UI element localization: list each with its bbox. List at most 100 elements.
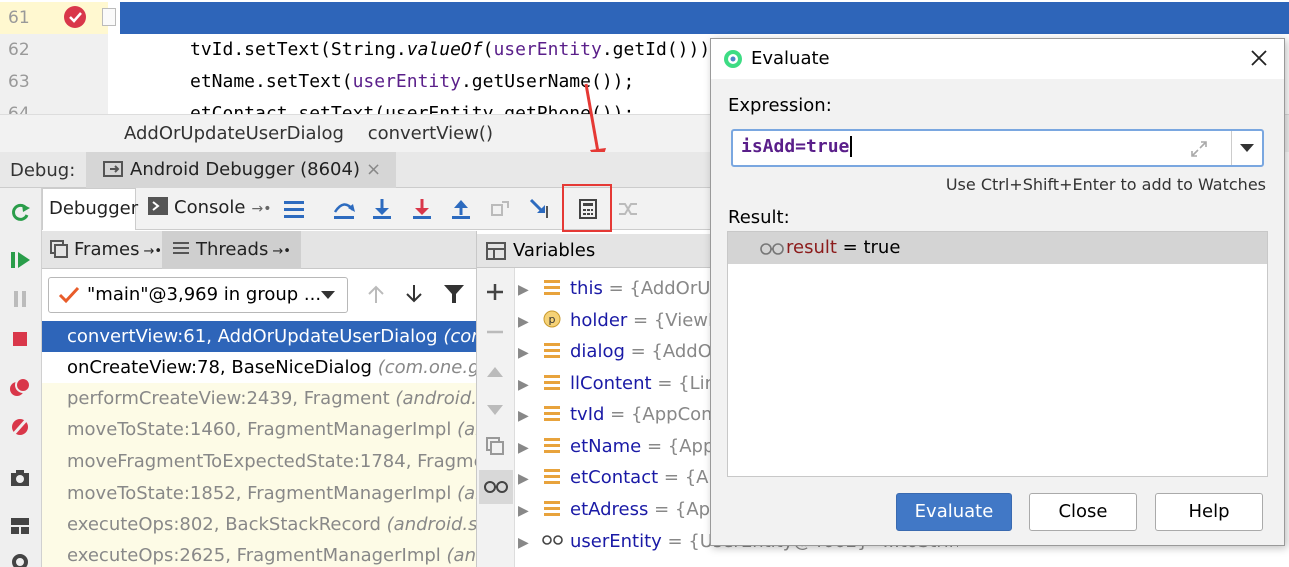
rerun-icon[interactable] xyxy=(8,200,32,224)
show-execution-point-icon[interactable] xyxy=(282,197,306,221)
variable-row[interactable]: ▶pholder = {ViewH xyxy=(518,305,710,337)
watches-toggle[interactable] xyxy=(479,470,513,504)
variable-row[interactable]: ▶ llContent = {Lin xyxy=(518,368,710,400)
frame-class: (android.su xyxy=(395,388,476,409)
line-number: 64 xyxy=(0,98,108,114)
variable-row[interactable]: ▶ etName = {App xyxy=(518,431,710,463)
move-up-icon[interactable] xyxy=(485,362,505,382)
frame-row[interactable]: moveToState:1852, FragmentManagerImpl (a… xyxy=(42,478,476,510)
variable-value: = {AppCom xyxy=(604,404,710,425)
copy-icon[interactable] xyxy=(485,436,505,456)
variable-value: = {Ap xyxy=(663,467,710,488)
frame-location: performCreateView:2439, Fragment xyxy=(67,388,396,409)
variable-name: etName xyxy=(570,436,642,457)
add-watch-icon[interactable] xyxy=(485,282,505,302)
remove-watch-icon[interactable] xyxy=(485,322,505,342)
variable-value: = {App xyxy=(654,499,710,520)
breadcrumb-method[interactable]: convertView() xyxy=(368,123,493,144)
frame-row[interactable]: performCreateView:2439, Fragment (androi… xyxy=(42,383,476,415)
result-row[interactable]: result = true xyxy=(728,232,1267,264)
stop-icon[interactable] xyxy=(8,327,32,351)
previous-frame-icon[interactable] xyxy=(366,284,386,304)
close-button[interactable]: Close xyxy=(1029,493,1137,531)
fold-marker-icon[interactable] xyxy=(102,8,116,26)
glasses-icon xyxy=(484,481,508,493)
line-number: 61 xyxy=(0,2,108,34)
help-button[interactable]: Help xyxy=(1155,493,1263,531)
step-out-icon[interactable] xyxy=(449,197,473,221)
evaluate-button[interactable]: Evaluate xyxy=(896,493,1012,531)
variable-row[interactable]: ▶etAdress = {App xyxy=(518,494,710,526)
trace-current-stream-icon[interactable] xyxy=(616,197,640,221)
breadcrumb-class[interactable]: AddOrUpdateUserDialog xyxy=(124,123,344,144)
debug-session-label: Android Debugger (8604) xyxy=(130,159,360,180)
move-down-icon[interactable] xyxy=(485,400,505,420)
frame-row[interactable]: moveToState:1460, FragmentManagerImpl (a… xyxy=(42,414,476,446)
tab-debugger[interactable]: Debugger xyxy=(42,188,138,230)
settings-icon[interactable] xyxy=(8,550,32,567)
frame-location: moveToState:1852, FragmentManagerImpl xyxy=(67,483,458,504)
code-field: userEntity xyxy=(352,71,461,92)
drop-frame-icon[interactable] xyxy=(488,197,512,221)
variable-value: = {AddOrU xyxy=(602,278,710,299)
variable-name: userEntity xyxy=(570,531,662,552)
code-line-current-ext xyxy=(720,2,1289,34)
field-icon xyxy=(544,406,560,421)
variable-row[interactable]: ▶ this = {AddOrU xyxy=(518,273,710,305)
resume-icon[interactable] xyxy=(8,248,32,272)
frame-row[interactable]: onCreateView:78, BaseNiceDialog (com.one… xyxy=(42,352,476,384)
pause-icon[interactable] xyxy=(8,287,32,311)
expression-input[interactable]: isAdd=true xyxy=(731,129,1264,167)
variable-row[interactable]: ▶ tvId = {AppCom xyxy=(518,399,710,431)
close-tab-icon[interactable]: × xyxy=(366,152,381,188)
variable-name: etContact xyxy=(570,467,659,488)
variable-name: etAdress xyxy=(570,499,649,520)
dialog-titlebar[interactable]: Evaluate xyxy=(711,39,1284,79)
breakpoint-icon[interactable] xyxy=(64,6,86,28)
field-icon xyxy=(544,343,560,358)
step-into-icon[interactable] xyxy=(370,197,394,221)
variable-name: dialog xyxy=(570,341,625,362)
frame-row[interactable]: executeOps:802, BackStackRecord (android… xyxy=(42,509,476,541)
step-over-icon[interactable] xyxy=(332,197,356,221)
evaluate-highlight-box xyxy=(562,184,612,232)
expand-icon[interactable] xyxy=(1189,139,1209,159)
field-icon xyxy=(544,375,560,390)
filter-icon[interactable] xyxy=(443,284,465,304)
frame-row[interactable]: moveFragmentToExpectedState:1784, Fragme… xyxy=(42,446,476,478)
thread-selector[interactable]: "main"@3,969 in group ... xyxy=(48,277,348,313)
history-dropdown-icon[interactable] xyxy=(1239,143,1255,153)
tab-threads[interactable]: Threads →• xyxy=(162,231,301,269)
chevron-down-icon xyxy=(321,291,335,299)
variable-row[interactable]: ▶ dialog = {AddO xyxy=(518,336,710,368)
frame-class: (android.sup xyxy=(386,514,476,535)
frame-class: (an xyxy=(457,419,476,440)
run-to-cursor-icon[interactable] xyxy=(528,197,552,221)
force-step-into-icon[interactable] xyxy=(410,197,434,221)
layout-icon[interactable] xyxy=(8,514,32,538)
variable-row[interactable]: ▶etContact = {Ap xyxy=(518,462,710,494)
debug-session-tab[interactable]: Android Debugger (8604) xyxy=(86,152,396,188)
result-tree[interactable]: result = true xyxy=(727,231,1268,477)
line-number: 63 xyxy=(0,66,108,98)
mute-breakpoints-icon[interactable] xyxy=(8,415,32,439)
close-icon[interactable] xyxy=(1246,45,1272,71)
frame-class: (andr xyxy=(446,545,476,566)
frame-location: onCreateView:78, BaseNiceDialog xyxy=(67,357,378,378)
tab-frames[interactable]: Frames →• xyxy=(50,231,162,269)
field-icon xyxy=(544,501,560,516)
variables-icon xyxy=(486,242,506,260)
parameter-icon: p xyxy=(543,310,561,328)
frame-row[interactable]: convertView:61, AddOrUpdateUserDialog (c… xyxy=(42,321,476,353)
thread-selector-value: "main"@3,969 in group ... xyxy=(87,284,322,305)
variable-value: = {App xyxy=(641,436,710,457)
frame-location: executeOps:2625, FragmentManagerImpl xyxy=(67,545,447,566)
frame-row[interactable]: executeOps:2625, FragmentManagerImpl (an… xyxy=(42,540,476,567)
glasses-icon xyxy=(760,243,784,255)
code-text: ( xyxy=(482,39,494,60)
view-breakpoints-icon[interactable] xyxy=(8,375,32,399)
code-text: etName.setText( xyxy=(190,71,353,92)
camera-icon[interactable] xyxy=(8,466,32,490)
code-line-current[interactable]: if (!isAdd) { xyxy=(120,2,720,60)
next-frame-icon[interactable] xyxy=(404,284,424,304)
